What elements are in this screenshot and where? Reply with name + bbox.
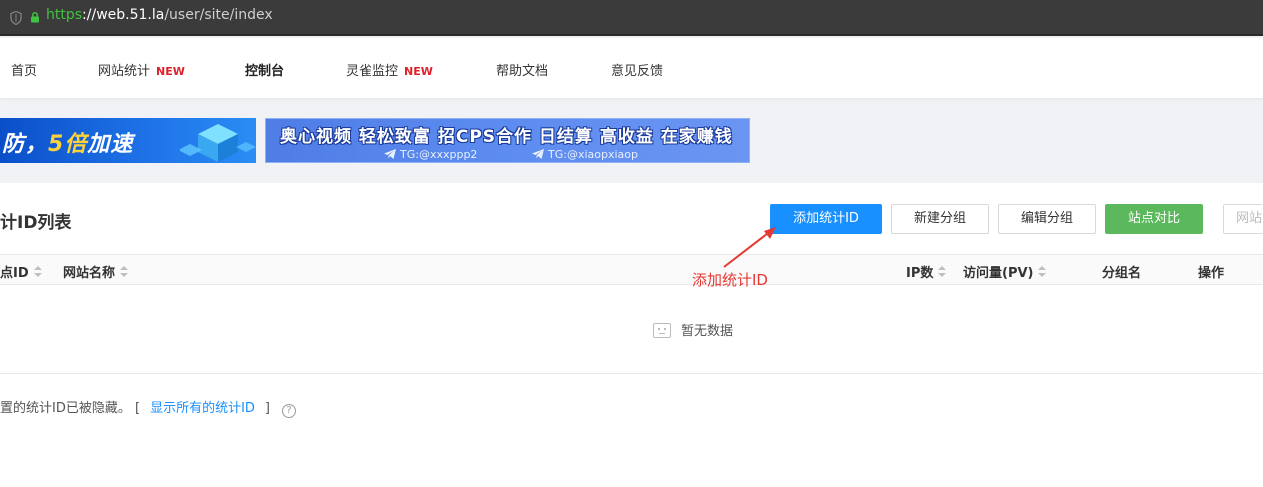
column-actions: 操作 <box>1198 266 1225 281</box>
cubes-graphic <box>180 124 256 162</box>
url-field[interactable]: https://web.51.la/user/site/index <box>46 7 273 23</box>
nav-item-label: 意见反馈 <box>611 64 664 79</box>
nav-item-help-docs[interactable]: 帮助文档 <box>496 60 548 79</box>
nav-item-label: 灵雀监控 <box>346 64 399 79</box>
hidden-note-text: 置的统计ID已被隐藏。 [ <box>0 401 141 416</box>
site-list-card: 计ID列表 添加统计ID 新建分组 编辑分组 站点对比 网站 点ID 网站名称 … <box>0 183 1263 487</box>
help-icon[interactable]: ? <box>282 404 296 418</box>
sort-icon <box>120 266 129 278</box>
hidden-note-bracket: ] <box>264 401 270 416</box>
show-all-ids-link[interactable]: 显示所有的统计ID <box>150 401 255 416</box>
sort-icon <box>33 266 42 278</box>
ad-banner-right-headline: 奥心视频 轻松致富 招CPS合作 日结算 高收益 在家赚钱 <box>280 127 733 147</box>
column-label: 访问量(PV) <box>963 266 1034 281</box>
empty-data-icon <box>653 323 671 338</box>
ad-telegram-1-text: TG:@xxxppp2 <box>400 148 478 161</box>
telegram-icon <box>384 149 396 159</box>
nav-item-console[interactable]: 控制台 <box>245 60 284 79</box>
ad-telegram-1: TG:@xxxppp2 <box>384 148 477 161</box>
ad-telegram-2: TG:@xiaopxiaop <box>532 148 638 161</box>
new-group-button[interactable]: 新建分组 <box>891 204 989 234</box>
page-root: https://web.51.la/user/site/index 首页 网站统… <box>0 0 1263 487</box>
nav-item-feedback[interactable]: 意见反馈 <box>611 60 663 79</box>
annotation-arrow <box>723 227 776 268</box>
add-stat-id-button[interactable]: 添加统计ID <box>770 204 882 234</box>
column-label: IP数 <box>906 266 934 281</box>
divider <box>0 373 1263 374</box>
empty-state: 暂无数据 <box>653 320 733 339</box>
annotation-label: 添加统计ID <box>692 271 768 289</box>
ad-text-highlight: 5倍 <box>48 132 88 157</box>
column-pv[interactable]: 访问量(PV) <box>963 262 1047 281</box>
column-group-name: 分组名 <box>1102 266 1142 281</box>
column-site-id[interactable]: 点ID <box>0 262 42 281</box>
nav-item-label: 网站统计 <box>98 64 151 79</box>
ad-text-suffix: 加速 <box>87 132 134 157</box>
shield-icon <box>10 11 22 25</box>
ad-banner-left-text: 防，5倍加速 <box>2 126 133 158</box>
nav-item-label: 帮助文档 <box>496 64 549 79</box>
column-label: 点ID <box>0 266 29 281</box>
ad-text-prefix: 防， <box>2 132 49 157</box>
sort-icon <box>938 266 947 278</box>
nav-item-label: 首页 <box>11 64 38 79</box>
column-site-name[interactable]: 网站名称 <box>63 262 129 281</box>
ad-telegram-2-text: TG:@xiaopxiaop <box>548 148 638 161</box>
column-label: 网站名称 <box>63 266 116 281</box>
page-title: 计ID列表 <box>0 213 72 233</box>
site-search-input[interactable]: 网站 <box>1223 204 1263 234</box>
sort-icon <box>1038 266 1047 278</box>
new-badge: NEW <box>404 65 433 78</box>
table-header: 点ID 网站名称 IP数 访问量(PV) 分组名 操作 <box>0 254 1263 285</box>
ad-banner-left[interactable]: 防，5倍加速 <box>0 118 256 163</box>
url-host: ://web.51.la <box>82 7 165 23</box>
ad-banner-right[interactable]: 奥心视频 轻松致富 招CPS合作 日结算 高收益 在家赚钱 TG:@xxxppp… <box>265 118 750 163</box>
new-badge: NEW <box>156 65 185 78</box>
top-nav: 首页 网站统计 NEW 控制台 灵雀监控 NEW 帮助文档 意见反馈 <box>0 38 1263 98</box>
lock-icon <box>31 12 39 23</box>
nav-item-site-stats[interactable]: 网站统计 NEW <box>98 60 185 79</box>
edit-group-button[interactable]: 编辑分组 <box>998 204 1096 234</box>
browser-address-bar: https://web.51.la/user/site/index <box>0 0 1263 36</box>
telegram-icon <box>532 149 544 159</box>
nav-item-home[interactable]: 首页 <box>11 60 37 79</box>
nav-item-monitor[interactable]: 灵雀监控 NEW <box>346 60 433 79</box>
column-ip-count[interactable]: IP数 <box>906 262 947 281</box>
empty-text: 暂无数据 <box>681 324 734 339</box>
nav-item-label: 控制台 <box>245 64 285 79</box>
url-scheme: https <box>46 7 83 23</box>
url-path: /user/site/index <box>164 7 273 23</box>
site-compare-button[interactable]: 站点对比 <box>1105 204 1203 234</box>
hidden-ids-note: 置的统计ID已被隐藏。 [ 显示所有的统计ID]? <box>0 397 296 418</box>
